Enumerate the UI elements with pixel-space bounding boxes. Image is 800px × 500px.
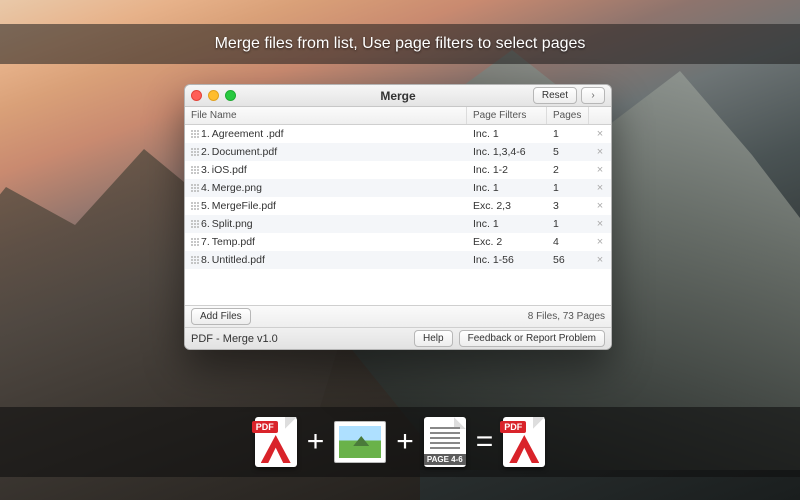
promo-caption-text: Merge files from list, Use page filters …: [215, 35, 586, 53]
table-row[interactable]: 3. iOS.pdfInc. 1-22×: [185, 161, 611, 179]
file-name-cell: 1. Agreement .pdf: [201, 128, 467, 140]
pdf-file-icon: PDF: [255, 417, 297, 467]
drag-handle-icon[interactable]: [185, 147, 201, 157]
reset-label: Reset: [542, 90, 568, 101]
adobe-icon: [509, 435, 539, 463]
add-files-button[interactable]: Add Files: [191, 308, 251, 325]
remove-row-button[interactable]: ×: [589, 254, 611, 266]
file-name-cell: 5. MergeFile.pdf: [201, 200, 467, 212]
next-button[interactable]: ›: [581, 87, 605, 104]
footer-primary: Add Files 8 Files, 73 Pages: [185, 305, 611, 327]
table-row[interactable]: 7. Temp.pdfExc. 24×: [185, 233, 611, 251]
page-range-label: PAGE 4-6: [424, 454, 466, 465]
table-row[interactable]: 2. Document.pdfInc. 1,3,4-65×: [185, 143, 611, 161]
table-row[interactable]: 5. MergeFile.pdfExc. 2,33×: [185, 197, 611, 215]
help-label: Help: [423, 333, 444, 344]
feedback-button[interactable]: Feedback or Report Problem: [459, 330, 605, 347]
page-filter-cell[interactable]: Inc. 1-56: [467, 254, 547, 266]
pages-cell: 1: [547, 182, 589, 194]
table-row[interactable]: 4. Merge.pngInc. 11×: [185, 179, 611, 197]
file-list: 1. Agreement .pdfInc. 11×2. Document.pdf…: [185, 125, 611, 269]
merge-window: Merge Reset › File Name Page Filters Pag…: [184, 84, 612, 350]
plus-icon: +: [307, 425, 325, 459]
page-filter-cell[interactable]: Inc. 1: [467, 218, 547, 230]
pages-cell: 1: [547, 128, 589, 140]
remove-row-button[interactable]: ×: [589, 128, 611, 140]
file-name-cell: 2. Document.pdf: [201, 146, 467, 158]
page-filter-cell[interactable]: Exc. 2: [467, 236, 547, 248]
column-pages[interactable]: Pages: [547, 107, 589, 124]
table-row[interactable]: 1. Agreement .pdfInc. 11×: [185, 125, 611, 143]
titlebar: Merge Reset ›: [185, 85, 611, 107]
chevron-right-icon: ›: [591, 90, 594, 101]
pdf-badge: PDF: [500, 421, 526, 433]
drag-handle-icon[interactable]: [185, 201, 201, 211]
equation-bar: PDF + + PAGE 4-6 = PDF: [0, 407, 800, 477]
file-name-cell: 3. iOS.pdf: [201, 164, 467, 176]
page-filter-cell[interactable]: Inc. 1: [467, 182, 547, 194]
pages-cell: 5: [547, 146, 589, 158]
table-row[interactable]: 6. Split.pngInc. 11×: [185, 215, 611, 233]
page-lines-icon: [430, 427, 460, 451]
summary-text: 8 Files, 73 Pages: [528, 311, 605, 322]
promo-caption: Merge files from list, Use page filters …: [0, 24, 800, 64]
add-files-label: Add Files: [200, 311, 242, 322]
remove-row-button[interactable]: ×: [589, 164, 611, 176]
pages-cell: 56: [547, 254, 589, 266]
close-icon[interactable]: [191, 90, 202, 101]
pages-cell: 3: [547, 200, 589, 212]
pages-cell: 2: [547, 164, 589, 176]
remove-row-button[interactable]: ×: [589, 218, 611, 230]
table-header: File Name Page Filters Pages: [185, 107, 611, 125]
page-filter-cell[interactable]: Exc. 2,3: [467, 200, 547, 212]
file-list-empty-space: [185, 269, 611, 305]
remove-row-button[interactable]: ×: [589, 146, 611, 158]
adobe-icon: [261, 435, 291, 463]
plus-icon: +: [396, 425, 414, 459]
table-row[interactable]: 8. Untitled.pdfInc. 1-5656×: [185, 251, 611, 269]
column-page-filters[interactable]: Page Filters: [467, 107, 547, 124]
traffic-lights: [191, 90, 236, 101]
pages-cell: 4: [547, 236, 589, 248]
pdf-badge: PDF: [252, 421, 278, 433]
file-name-cell: 6. Split.png: [201, 218, 467, 230]
pdf-file-icon: PDF: [503, 417, 545, 467]
drag-handle-icon[interactable]: [185, 255, 201, 265]
minimize-icon[interactable]: [208, 90, 219, 101]
remove-row-button[interactable]: ×: [589, 182, 611, 194]
remove-row-button[interactable]: ×: [589, 236, 611, 248]
feedback-label: Feedback or Report Problem: [468, 333, 596, 344]
page-filter-cell[interactable]: Inc. 1: [467, 128, 547, 140]
drag-handle-icon[interactable]: [185, 237, 201, 247]
page-range-icon: PAGE 4-6: [424, 417, 466, 467]
file-name-cell: 4. Merge.png: [201, 182, 467, 194]
pages-cell: 1: [547, 218, 589, 230]
remove-row-button[interactable]: ×: [589, 200, 611, 212]
drag-handle-icon[interactable]: [185, 165, 201, 175]
reset-button[interactable]: Reset: [533, 87, 577, 104]
file-name-cell: 8. Untitled.pdf: [201, 254, 467, 266]
page-filter-cell[interactable]: Inc. 1-2: [467, 164, 547, 176]
titlebar-right: Reset ›: [533, 87, 605, 104]
drag-handle-icon[interactable]: [185, 183, 201, 193]
help-button[interactable]: Help: [414, 330, 453, 347]
page-filter-cell[interactable]: Inc. 1,3,4-6: [467, 146, 547, 158]
footer-secondary: PDF - Merge v1.0 Help Feedback or Report…: [185, 327, 611, 349]
column-filename[interactable]: File Name: [185, 107, 467, 124]
drag-handle-icon[interactable]: [185, 129, 201, 139]
equals-icon: =: [476, 425, 494, 459]
drag-handle-icon[interactable]: [185, 219, 201, 229]
maximize-icon[interactable]: [225, 90, 236, 101]
file-name-cell: 7. Temp.pdf: [201, 236, 467, 248]
version-label: PDF - Merge v1.0: [191, 333, 278, 345]
image-file-icon: [334, 421, 386, 463]
